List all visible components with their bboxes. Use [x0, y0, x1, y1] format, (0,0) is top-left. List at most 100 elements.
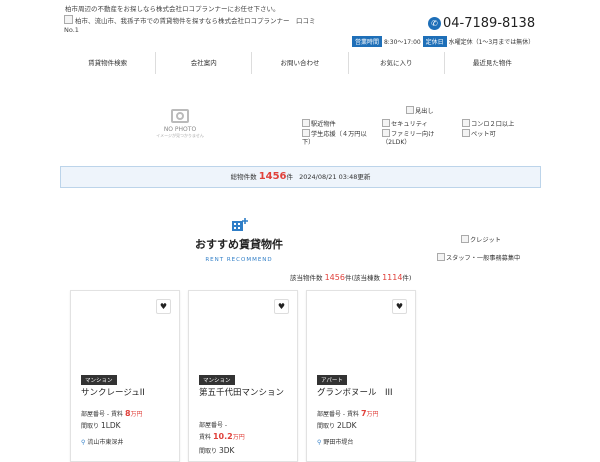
feature-label: コンロ２口以上 [471, 121, 515, 128]
updated-timestamp: 2024/08/21 03:48更新 [299, 173, 371, 181]
rent-label: 賃料 [111, 411, 124, 418]
building-plus-icon [232, 218, 248, 231]
layout-label: 間取り [199, 448, 218, 455]
broken-image-icon [462, 119, 470, 127]
nophoto-title: NO PHOTO [163, 126, 197, 133]
room-number: 部屋番号 - [317, 411, 346, 418]
feature-stove[interactable]: コンロ２口以上 [462, 119, 538, 129]
global-nav: 賃貸物件検索 会社案内 お問い合わせ お気に入り 最近見た物件 [60, 52, 540, 74]
broken-image-icon [461, 235, 469, 243]
property-type-badge: アパート [317, 375, 347, 385]
staff-label: スタッフ・一般事務募集中 [446, 255, 521, 262]
feature-family[interactable]: ファミリー向け（2LDK） [382, 129, 444, 147]
address-text: 野田市堤台 [323, 439, 354, 446]
feature-label: セキュリティ [391, 121, 428, 128]
feature-security[interactable]: セキュリティ [382, 119, 458, 129]
camera-icon [171, 109, 189, 123]
rent-value: 10.2 [212, 432, 233, 441]
property-card[interactable]: ♥ マンション サンクレージュII 部屋番号 - 賃料 8万円 間取り 1LDK… [70, 290, 180, 462]
phone-text: 04-7189-8138 [443, 16, 536, 31]
rent-label: 賃料 [347, 411, 360, 418]
credit-label: クレジット [470, 237, 501, 244]
feature-label: 駅近物件 [311, 121, 336, 128]
room-rent-row: 部屋番号 - 賃料 8万円 [81, 409, 143, 418]
broken-image-icon [64, 15, 73, 24]
business-hours: 営業時間 8:30～17:00 定休日 水曜定休（1～3月までは無休） [352, 36, 534, 47]
layout-row: 間取り 3DK [199, 446, 234, 455]
no-photo-image: NO PHOTO イメージが見つかりません [156, 104, 204, 146]
credit-banner[interactable]: クレジット [461, 235, 501, 244]
layout-value: 3DK [218, 446, 235, 455]
layout-value: 2LDK [336, 421, 357, 430]
room-number: 部屋番号 - [81, 411, 110, 418]
feature-label: ペット可 [471, 131, 496, 138]
layout-row: 間取り 2LDK [317, 421, 357, 430]
address-text: 流山市東深井 [87, 439, 124, 446]
rent-unit: 万円 [232, 434, 245, 441]
feature-station[interactable]: 駅近物件 [302, 119, 378, 129]
layout-label: 間取り [81, 423, 100, 430]
layout-row: 間取り 1LDK [81, 421, 121, 430]
total-count: 1456 [258, 171, 287, 182]
property-type-badge: マンション [199, 375, 235, 385]
feature-pet[interactable]: ペット可 [462, 129, 538, 139]
nav-rent-search[interactable]: 賃貸物件検索 [60, 52, 155, 74]
buildings-suffix: 件) [402, 274, 412, 282]
layout-value: 1LDK [100, 421, 121, 430]
nav-favorites[interactable]: お気に入り [347, 52, 444, 74]
site-logo[interactable]: 柏市、流山市、我孫子市での賃貸物件を探すなら株式会社ロコプランナー 口コミNo.… [64, 15, 326, 35]
nav-recently-viewed[interactable]: 最近見た物件 [443, 52, 540, 74]
count-suffix: 件(該当棟数 [344, 274, 380, 282]
favorite-heart-icon[interactable]: ♥ [392, 299, 407, 314]
holiday-text: 水曜定休（1～3月までは無休） [448, 39, 535, 46]
count-prefix: 該当物件数 [290, 274, 323, 282]
favorite-heart-icon[interactable]: ♥ [274, 299, 289, 314]
section-subtitle: RENT RECOMMEND [205, 257, 273, 263]
header-tagline: 柏市周辺の不動産をお探しなら株式会社ロコプランナーにお任せ下さい。 [65, 5, 280, 13]
staff-recruit-banner[interactable]: スタッフ・一般事務募集中 [437, 253, 520, 262]
total-count-bar: 総物件数 1456件 2024/08/21 03:48更新 [60, 166, 541, 188]
rent-unit: 万円 [366, 411, 379, 418]
midashi-text: 見出し [415, 108, 434, 115]
rent-unit: 万円 [130, 411, 143, 418]
address-row: ⚲ 野田市堤台 [317, 437, 353, 446]
broken-image-icon [382, 129, 390, 137]
buildings-number: 1114 [382, 273, 403, 282]
broken-image-icon [462, 129, 470, 137]
property-name[interactable]: サンクレージュII [81, 387, 173, 399]
property-card[interactable]: ♥ マンション 第五千代田マンション 部屋番号 - 賃料 10.2万円 間取り … [188, 290, 298, 462]
count-number: 1456 [324, 273, 345, 282]
map-pin-icon: ⚲ [317, 439, 322, 446]
broken-image-icon [302, 119, 310, 127]
room-rent-row: 部屋番号 - 賃料 7万円 [317, 409, 379, 418]
midashi-heading: 見出し [406, 106, 434, 116]
room-number: 部屋番号 - [199, 422, 228, 429]
total-label: 総物件数 [230, 173, 257, 181]
map-pin-icon: ⚲ [81, 439, 86, 446]
property-name[interactable]: グランボヌール III [317, 387, 409, 399]
nophoto-subtitle: イメージが見つかりません [156, 133, 204, 138]
address-row: ⚲ 流山市東深井 [81, 437, 123, 446]
property-type-badge: マンション [81, 375, 117, 385]
hours-badge: 営業時間 [352, 36, 383, 47]
nav-contact[interactable]: お問い合わせ [251, 52, 347, 74]
favorite-heart-icon[interactable]: ♥ [156, 299, 171, 314]
broken-image-icon [302, 129, 310, 137]
rent-row: 賃料 10.2万円 [199, 432, 245, 441]
section-title: おすすめ賃貸物件 [195, 238, 283, 251]
room-row: 部屋番号 - [199, 420, 227, 429]
broken-image-icon [406, 106, 414, 114]
property-card[interactable]: ♥ アパート グランボヌール III 部屋番号 - 賃料 7万円 間取り 2LD… [306, 290, 416, 462]
broken-image-icon [382, 119, 390, 127]
nav-company[interactable]: 会社案内 [155, 52, 251, 74]
result-count: 該当物件数 1456件(該当棟数 1114件) [290, 272, 411, 282]
layout-label: 間取り [317, 423, 336, 430]
hours-text: 8:30～17:00 [383, 39, 421, 46]
property-name[interactable]: 第五千代田マンション [199, 387, 291, 399]
feature-label: 学生応援（４万円以下） [302, 131, 367, 146]
phone-number[interactable]: ✆ 04-7189-8138 [428, 16, 535, 31]
total-unit: 件 [286, 173, 294, 181]
feature-student[interactable]: 学生応援（４万円以下） [302, 129, 372, 147]
rent-label: 賃料 [199, 434, 212, 441]
logo-alt-text: 柏市、流山市、我孫子市での賃貸物件を探すなら株式会社ロコプランナー 口コミNo.… [64, 17, 316, 34]
